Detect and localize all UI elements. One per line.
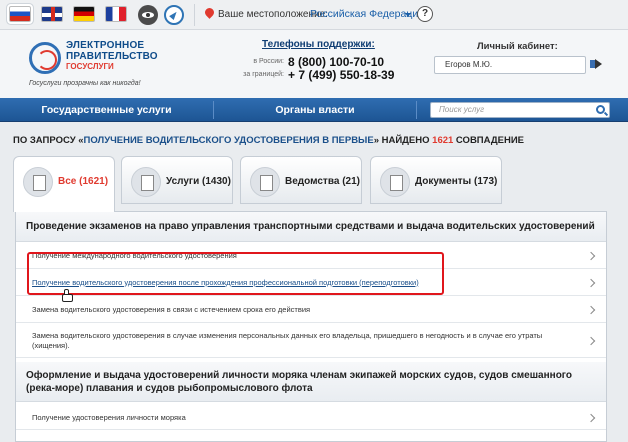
gosuslugi-logo-icon[interactable] bbox=[29, 42, 61, 74]
list-item[interactable]: Получение международного водительского у… bbox=[16, 243, 606, 269]
nav-divider bbox=[416, 101, 417, 119]
chevron-right-icon bbox=[586, 336, 596, 345]
top-strip: Ваше местоположение: Российская Федераци… bbox=[0, 0, 628, 30]
tab-departments[interactable]: Ведомства (21) bbox=[240, 156, 362, 204]
main-nav: Государственные услуги Органы власти Пои… bbox=[0, 98, 628, 122]
chevron-right-icon bbox=[586, 413, 596, 422]
tab-all-label: Все (1621) bbox=[58, 176, 109, 187]
results-suffix: совпадение bbox=[453, 135, 524, 146]
list-item[interactable]: Получение водительского удостоверения по… bbox=[16, 270, 606, 296]
nav-authorities[interactable]: Органы власти bbox=[214, 98, 416, 122]
list-item-label[interactable]: Получение международного водительского у… bbox=[32, 251, 237, 261]
tab-departments-label: Ведомства (21) bbox=[285, 176, 360, 187]
section-header[interactable]: Проведение экзаменов на право управления… bbox=[16, 212, 606, 242]
tab-documents[interactable]: Документы (173) bbox=[370, 156, 502, 204]
list-item-label[interactable]: Замена водительского удостоверения в слу… bbox=[32, 331, 570, 351]
documents-icon bbox=[380, 167, 410, 197]
logo-text[interactable]: ЭЛЕКТРОННОЕ bbox=[66, 40, 144, 51]
chevron-right-icon bbox=[586, 278, 596, 287]
cabinet-user-field[interactable]: Егоров М.Ю. bbox=[434, 56, 586, 74]
tab-all[interactable]: Все (1621) bbox=[13, 156, 115, 212]
logout-icon[interactable] bbox=[590, 58, 602, 70]
chevron-right-icon bbox=[586, 305, 596, 314]
list-item-label[interactable]: Получение удостоверения личности моряка bbox=[32, 413, 186, 423]
list-item[interactable]: Замена водительского удостоверения в свя… bbox=[16, 297, 606, 323]
tab-services-label: Услуги (1430) bbox=[166, 176, 231, 187]
results-middle: » найдено bbox=[373, 135, 433, 146]
chevron-right-icon bbox=[586, 251, 596, 260]
support-abroad-phone: + 7 (499) 550-18-39 bbox=[288, 68, 395, 82]
search-input[interactable]: Поиск услуг bbox=[430, 102, 610, 118]
accessibility-eye-icon[interactable] bbox=[138, 5, 158, 25]
support-title[interactable]: Телефоны поддержки bbox=[262, 39, 372, 50]
list-item-label[interactable]: Замена водительского удостоверения в свя… bbox=[32, 305, 310, 315]
section-header[interactable]: Оформление и выдача удостоверений личнос… bbox=[16, 362, 606, 402]
location-pin-icon bbox=[203, 6, 216, 19]
flag-de-icon[interactable] bbox=[73, 6, 95, 22]
list-item-label[interactable]: Получение водительского удостоверения по… bbox=[32, 278, 419, 288]
site-header: ЭЛЕКТРОННОЕ ПРАВИТЕЛЬСТВО ГОСУСЛУГИ Госу… bbox=[0, 30, 628, 98]
support-ru-phone: 8 (800) 100-70-10 bbox=[288, 55, 385, 69]
results-prefix: По запросу « bbox=[13, 135, 84, 146]
chevron-down-icon[interactable] bbox=[405, 13, 411, 17]
divider bbox=[194, 4, 195, 26]
cabinet-label: Личный кабинет: bbox=[477, 41, 558, 52]
slogan: Госуслуги прозрачны как никогда! bbox=[29, 80, 141, 87]
compass-icon[interactable] bbox=[164, 5, 184, 25]
tab-services[interactable]: Услуги (1430) bbox=[121, 156, 233, 204]
results-query: получение водительского удостоверения в … bbox=[83, 135, 374, 146]
results-panel: Проведение экзаменов на право управления… bbox=[15, 211, 607, 442]
logo-text[interactable]: ПРАВИТЕЛЬСТВО bbox=[66, 51, 158, 62]
help-icon[interactable]: ? bbox=[417, 6, 433, 22]
flag-fr-icon[interactable] bbox=[105, 6, 127, 22]
list-item[interactable]: Замена водительского удостоверения в слу… bbox=[16, 324, 606, 358]
support-phones-link[interactable]: Телефоны поддержки: bbox=[262, 39, 375, 50]
flag-gb-icon[interactable] bbox=[41, 6, 63, 22]
results-count: 1621 bbox=[432, 135, 454, 146]
coat-of-arms-icon bbox=[250, 167, 280, 197]
checkmark-icon bbox=[131, 167, 161, 197]
nav-gov-services[interactable]: Государственные услуги bbox=[0, 98, 213, 122]
tab-documents-label: Документы (173) bbox=[415, 176, 498, 187]
support-abroad-label: за границей: bbox=[243, 71, 284, 78]
flag-ru-icon[interactable] bbox=[7, 4, 33, 24]
results-heading: По запросу «получение водительского удос… bbox=[13, 135, 524, 146]
logo-text[interactable]: ГОСУСЛУГИ bbox=[66, 62, 114, 71]
document-icon bbox=[23, 167, 53, 197]
list-item[interactable]: Получение удостоверения личности моряка bbox=[16, 406, 606, 430]
support-ru-label: в России: bbox=[253, 58, 284, 65]
hand-cursor-icon bbox=[62, 289, 73, 302]
search-icon[interactable] bbox=[596, 105, 605, 114]
